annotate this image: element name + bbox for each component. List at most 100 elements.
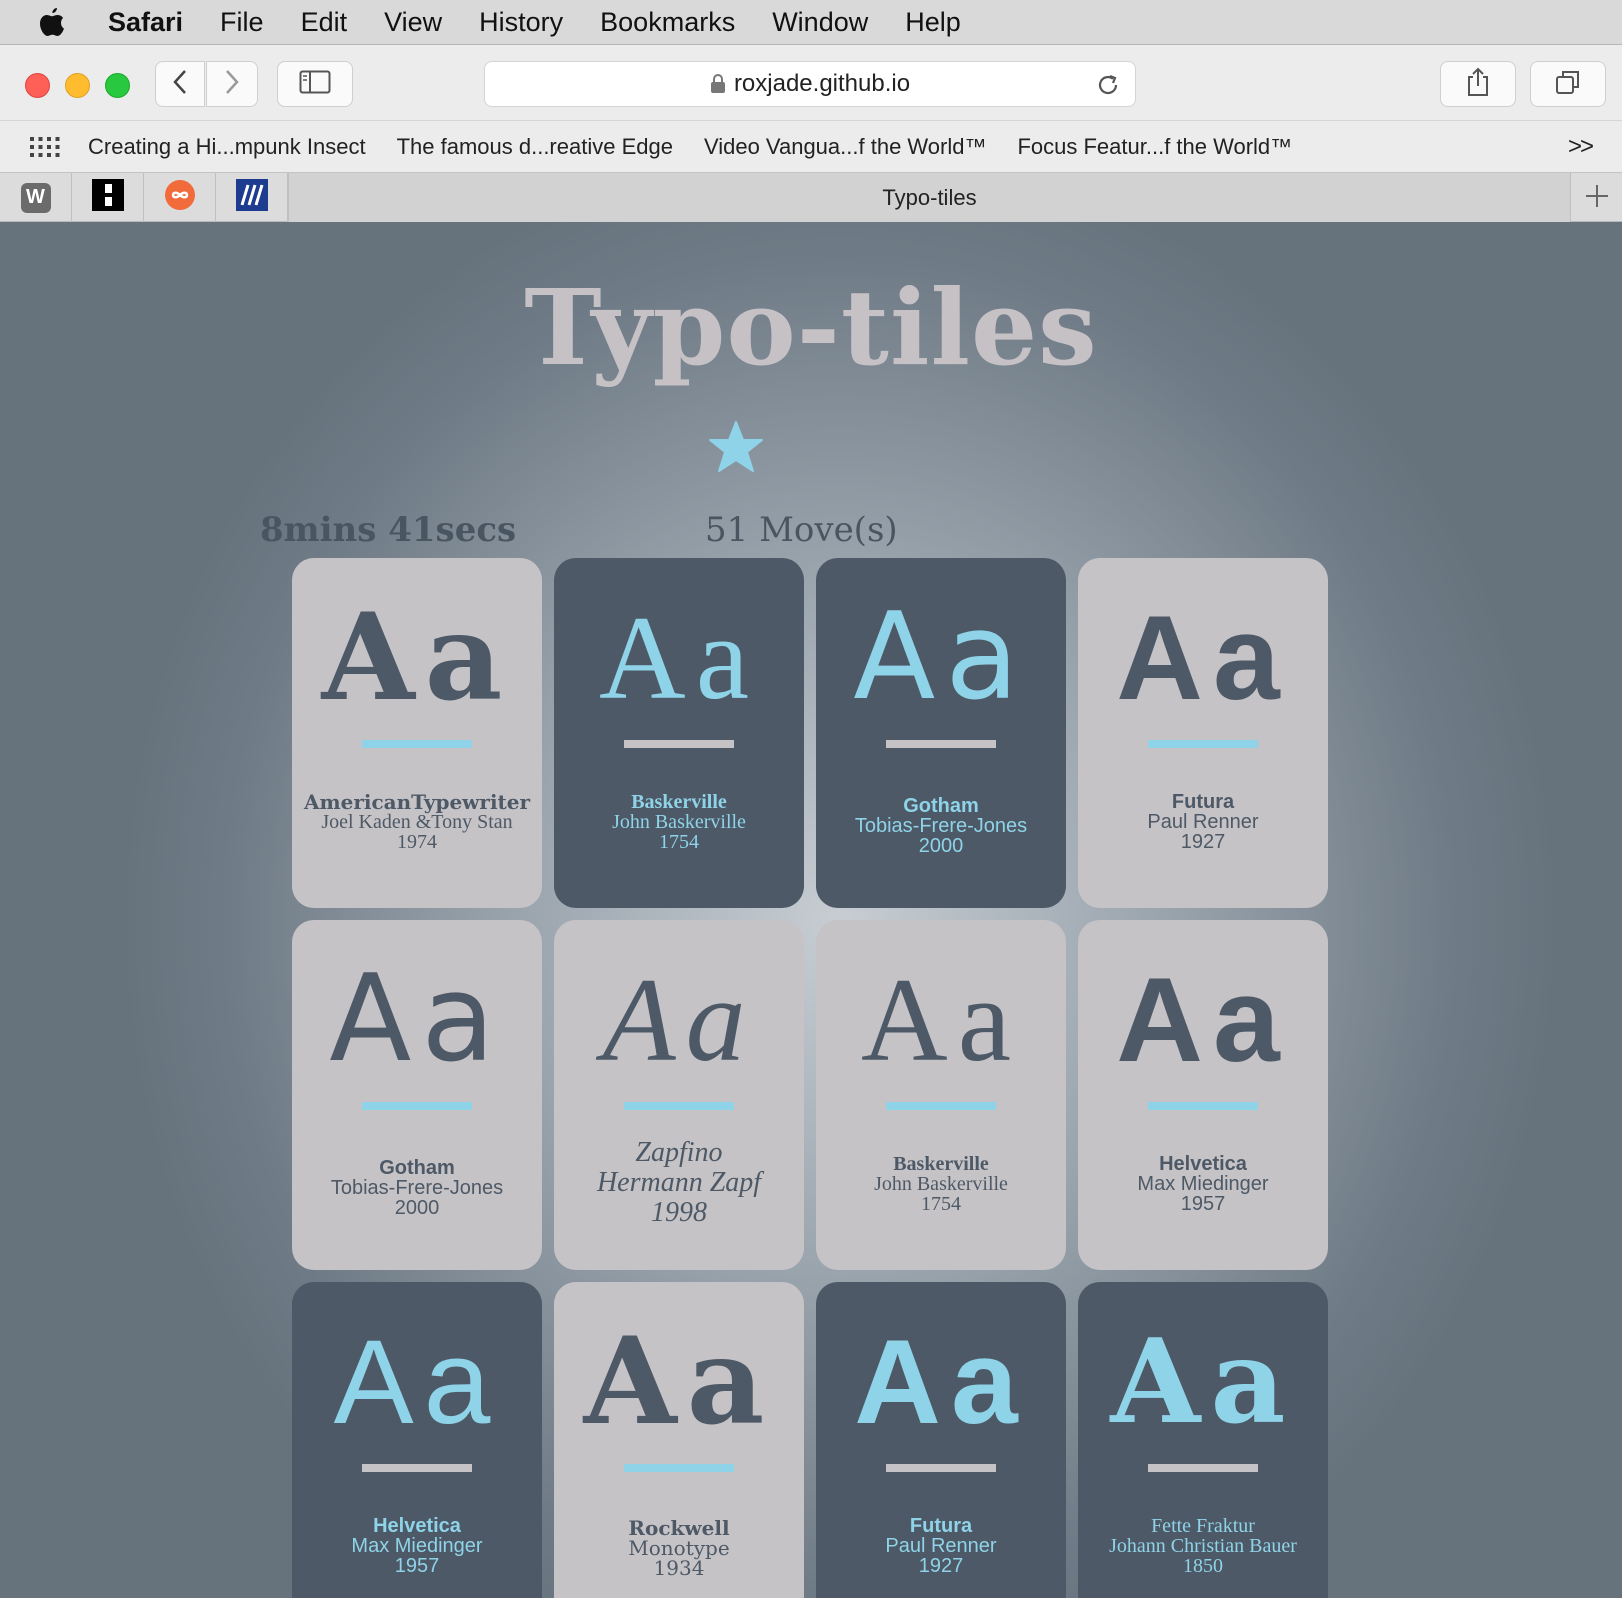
pinned-tab-3[interactable] — [144, 173, 216, 222]
tile-divider — [362, 740, 472, 748]
tab-active[interactable]: Typo-tiles — [288, 173, 1571, 222]
favorite-link[interactable]: Focus Featur...f the World™ — [1017, 134, 1292, 160]
menu-history[interactable]: History — [479, 7, 563, 38]
tile-grid: Aa AmericanTypewriter Joel Kaden &Tony S… — [292, 558, 1332, 1598]
menu-file[interactable]: File — [220, 7, 264, 38]
apple-icon[interactable] — [38, 6, 80, 38]
address-bar[interactable]: roxjade.github.io — [484, 61, 1136, 107]
tile-divider — [886, 1102, 996, 1110]
star-icon — [708, 420, 764, 479]
font-tile[interactable]: Aa Gotham Tobias-Frere-Jones 2000 — [816, 558, 1066, 908]
browser-toolbar: roxjade.github.io — [0, 44, 1622, 120]
font-name: Baskerville — [631, 791, 727, 813]
font-designer: Paul Renner — [885, 1535, 997, 1557]
font-year: 1957 — [1180, 1193, 1226, 1215]
close-window-button[interactable] — [25, 73, 50, 98]
font-tile[interactable]: Aa AmericanTypewriter Joel Kaden &Tony S… — [292, 558, 542, 908]
game-timer: 8mins 41secs — [260, 510, 517, 550]
tile-divider — [886, 1464, 996, 1472]
font-name: Helvetica — [1159, 1153, 1247, 1175]
font-name: Fette Fraktur — [1151, 1515, 1255, 1537]
font-tile[interactable]: Aa Baskerville John Baskerville 1754 — [554, 558, 804, 908]
tile-glyph: Aa — [1116, 591, 1290, 725]
favorite-link[interactable]: Creating a Hi...mpunk Insect — [88, 134, 366, 160]
font-year: 2000 — [394, 1197, 440, 1219]
lock-icon — [710, 74, 726, 94]
menu-safari[interactable]: Safari — [108, 7, 183, 38]
font-designer: Tobias-Frere-Jones — [854, 815, 1028, 837]
tile-info: Rockwell Monotype 1934 — [554, 1518, 804, 1578]
font-designer: Johann Christian Bauer — [1109, 1535, 1297, 1557]
font-year: 1934 — [653, 1556, 705, 1580]
forward-button[interactable] — [206, 61, 258, 107]
pinned-tab-wikipedia[interactable]: W — [0, 173, 72, 222]
font-year: 1850 — [1183, 1555, 1223, 1577]
sidebar-toggle-button[interactable] — [277, 61, 353, 107]
tile-glyph: Aa — [333, 1315, 501, 1449]
minimize-window-button[interactable] — [65, 73, 90, 98]
tab-overview-button[interactable] — [1530, 61, 1606, 107]
font-year: 1998 — [651, 1197, 707, 1228]
font-designer: John Baskerville — [612, 811, 746, 833]
stripes-logo-icon — [235, 179, 268, 216]
favorite-link[interactable]: Video Vangua...f the World™ — [704, 134, 987, 160]
font-year: 1957 — [394, 1555, 440, 1577]
share-button[interactable] — [1440, 61, 1516, 107]
tile-info: Gotham Tobias-Frere-Jones 2000 — [292, 1158, 542, 1218]
font-tile[interactable]: Aa Rockwell Monotype 1934 — [554, 1282, 804, 1598]
favorites-overflow-button[interactable]: >> — [1568, 133, 1594, 161]
font-name: Rockwell — [628, 1516, 730, 1540]
menu-view[interactable]: View — [384, 7, 442, 38]
font-tile[interactable]: Aa Gotham Tobias-Frere-Jones 2000 — [292, 920, 542, 1270]
url-text: roxjade.github.io — [733, 70, 911, 97]
font-year: 1754 — [659, 831, 699, 853]
tile-divider — [886, 740, 996, 748]
tile-glyph: Aa — [861, 953, 1021, 1086]
menu-bookmarks[interactable]: Bookmarks — [600, 7, 735, 38]
font-name: AmericanTypewriter — [303, 790, 531, 814]
tile-divider — [362, 1102, 472, 1110]
font-year: 1974 — [397, 831, 437, 853]
menu-window[interactable]: Window — [772, 7, 868, 38]
font-tile[interactable]: Aa Helvetica Max Miedinger 1957 — [1078, 920, 1328, 1270]
tile-info: Helvetica Max Miedinger 1957 — [1078, 1154, 1328, 1214]
favorite-link[interactable]: The famous d...reative Edge — [397, 134, 673, 160]
font-designer: Hermann Zapf — [596, 1167, 762, 1198]
tile-info: Futura Paul Renner 1927 — [816, 1516, 1066, 1576]
font-name: Zapfino — [635, 1137, 723, 1168]
menu-bar: Safari File Edit View History Bookmarks … — [0, 0, 1622, 44]
font-tile[interactable]: Aa Helvetica Max Miedinger 1957 — [292, 1282, 542, 1598]
tile-divider — [362, 1464, 472, 1472]
chevron-left-icon — [172, 69, 188, 100]
font-tile[interactable]: Aa Futura Paul Renner 1927 — [816, 1282, 1066, 1598]
pinned-tab-4[interactable] — [216, 173, 288, 222]
favorites-grid-icon[interactable] — [30, 136, 60, 157]
font-name: Gotham — [379, 1157, 455, 1179]
font-year: 1927 — [918, 1555, 964, 1577]
menu-help[interactable]: Help — [905, 7, 961, 38]
zoom-window-button[interactable] — [105, 73, 130, 98]
tile-divider — [1148, 1464, 1258, 1472]
pinned-tab-2[interactable] — [72, 173, 144, 222]
font-designer: Paul Renner — [1147, 811, 1259, 833]
tile-info: Baskerville John Baskerville 1754 — [554, 792, 804, 852]
font-tile[interactable]: Aa Futura Paul Renner 1927 — [1078, 558, 1328, 908]
reload-icon[interactable] — [1095, 72, 1121, 105]
font-name: Futura — [1171, 791, 1235, 813]
font-tile[interactable]: Aa Baskerville John Baskerville 1754 — [816, 920, 1066, 1270]
font-name: Baskerville — [893, 1153, 989, 1175]
infinity-icon — [164, 179, 196, 216]
font-name: Futura — [909, 1515, 973, 1537]
menu-edit[interactable]: Edit — [301, 7, 348, 38]
tile-info: Helvetica Max Miedinger 1957 — [292, 1516, 542, 1576]
font-tile[interactable]: Aa Zapfino Hermann Zapf 1998 — [554, 920, 804, 1270]
back-button[interactable] — [155, 61, 205, 107]
font-tile[interactable]: Aa Fette Fraktur Johann Christian Bauer … — [1078, 1282, 1328, 1598]
share-icon — [1466, 67, 1490, 102]
font-year: 2000 — [918, 835, 964, 857]
font-designer: Monotype — [628, 1536, 730, 1560]
font-year: 1927 — [1180, 831, 1226, 853]
new-tab-button[interactable] — [1571, 173, 1622, 222]
tile-divider — [624, 1464, 734, 1472]
tab-bar: W Typo-tiles — [0, 172, 1622, 222]
